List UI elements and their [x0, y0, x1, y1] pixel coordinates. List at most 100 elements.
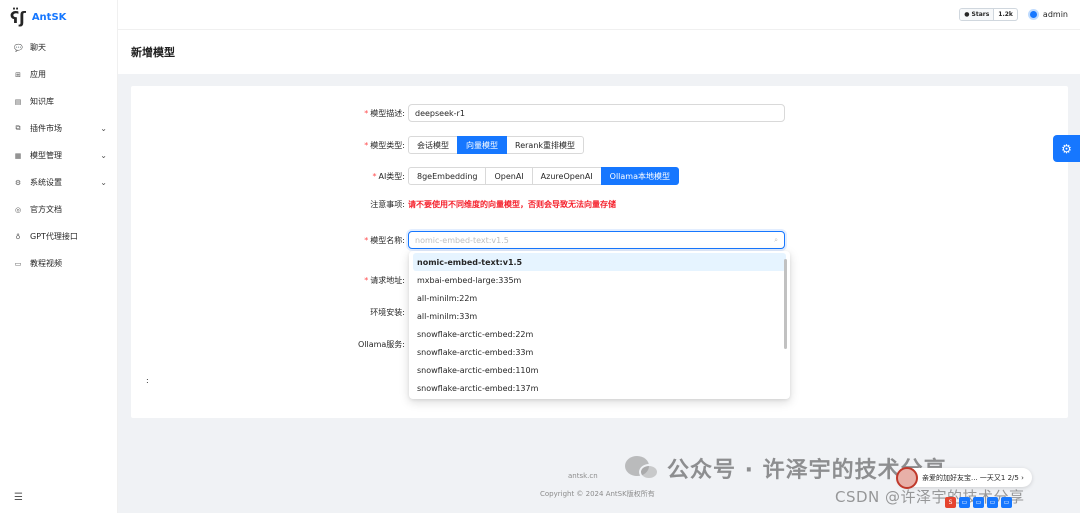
menu-collapse-icon[interactable]: ☰ — [14, 492, 23, 503]
page-title: 新增模型 — [131, 46, 175, 59]
github-stars-badge[interactable]: ● Stars 1.2k — [959, 8, 1018, 21]
footer-link[interactable]: antsk.cn — [568, 472, 598, 480]
taskbar: S ▭ ▭ ▭ ▭ — [945, 497, 1012, 508]
page-header: 新增模型 — [118, 30, 1080, 74]
chevron-down-icon: ⌄ — [100, 124, 107, 133]
sidebar-item-label: 插件市场 — [30, 124, 62, 133]
github-icon: ● — [964, 11, 970, 18]
top-header: ● Stars 1.2k admin — [118, 0, 1080, 30]
ai-type-radio-group: 8geEmbedding OpenAI AzureOpenAI Ollama本地模型 — [408, 167, 679, 185]
request-url-label: * 请求地址: — [364, 276, 405, 285]
notification-pill[interactable]: 亲爱的加好友宝... 一天又1 2/5 › — [896, 466, 1032, 489]
logo[interactable]: ʕ̈ʃ AntSK — [0, 0, 117, 34]
form-row-description: * 模型描述: deepseek-r1 — [131, 104, 785, 122]
taskbar-icon[interactable]: ▭ — [959, 497, 970, 508]
sidebar-menu: 💬 聊天 ⊞ 应用 ▤ 知识库 ⧉ 插件市场 ⌄ ▦ 模型管理 ⌄ ⚙ 系统设置 ⌄ ◎ 官方文档 ♁ GPT代理接… — [0, 34, 117, 277]
sidebar-item-label: GPT代理接口 — [30, 232, 78, 241]
book-icon: ▤ — [14, 97, 22, 106]
app-icon: ⊞ — [15, 70, 21, 79]
taskbar-icon[interactable]: ▭ — [973, 497, 984, 508]
dropdown-option[interactable]: snowflake-arctic-embed:110m — [409, 361, 790, 379]
dropdown-option[interactable]: all-minilm:22m — [409, 289, 790, 307]
form-row-model-name: * 模型名称: nomic-embed-text:v1.5 ⌕ — [131, 231, 785, 249]
sidebar-item-label: 应用 — [30, 70, 46, 79]
wechat-icon — [625, 454, 659, 482]
doc-icon: ◎ — [14, 205, 22, 214]
ai-type-option[interactable]: OpenAI — [485, 167, 533, 185]
form-row-env-install: 环境安装: — [131, 307, 408, 318]
sidebar-item[interactable]: ◎ 官方文档 — [0, 196, 117, 223]
form-row-ollama-service: Ollama服务: — [131, 339, 408, 350]
footer-copyright: Copyright © 2024 AntSK版权所有 — [540, 490, 655, 498]
form-row-request-url: * 请求地址: — [131, 275, 408, 286]
sidebar-item-label: 模型管理 — [30, 151, 62, 160]
s-icon[interactable]: S — [945, 497, 956, 508]
dropdown-option[interactable]: snowflake-arctic-embed:22m — [409, 325, 790, 343]
dropdown-scrollbar[interactable] — [784, 259, 787, 349]
chevron-down-icon: ⌄ — [100, 178, 107, 187]
sidebar-item-label: 教程视频 — [30, 259, 62, 268]
sidebar-item[interactable]: ▭ 教程视频 — [0, 250, 117, 277]
model-type-option[interactable]: 会话模型 — [408, 136, 458, 154]
sidebar-item[interactable]: ⧉ 插件市场 ⌄ — [0, 115, 117, 142]
notice-label: 注意事项: — [370, 200, 405, 209]
form-row-notice: 注意事项: 请不要使用不同维度的向量模型，否则会导致无法向量存储 — [131, 199, 616, 210]
app-name: AntSK — [31, 11, 67, 23]
stray-label: : — [146, 376, 149, 385]
model-type-option[interactable]: Rerank重排模型 — [506, 136, 585, 154]
model-type-label: * 模型类型: — [364, 140, 405, 150]
ai-type-option[interactable]: 8geEmbedding — [408, 167, 487, 185]
model-name-placeholder: nomic-embed-text:v1.5 — [415, 235, 509, 245]
avatar — [1027, 9, 1039, 20]
env-install-label: 环境安装: — [370, 308, 405, 317]
settings-button[interactable]: ⚙ — [1053, 135, 1080, 162]
dropdown-options: nomic-embed-text:v1.5 mxbai-embed-large:3… — [409, 253, 790, 397]
ollama-service-label: Ollama服务: — [357, 340, 405, 349]
sidebar-item[interactable]: ▤ 知识库 — [0, 88, 117, 115]
chevron-down-icon: ⌄ — [100, 151, 107, 160]
description-label: * 模型描述: — [364, 108, 405, 118]
taskbar-icon[interactable]: ▭ — [987, 497, 998, 508]
taskbar-icon[interactable]: ▭ — [1001, 497, 1012, 508]
github-stars-count: 1.2k — [998, 11, 1013, 18]
model-type-option[interactable]: 向量模型 — [457, 136, 507, 154]
sidebar-item-label: 聊天 — [30, 43, 46, 52]
video-icon: ▭ — [14, 259, 22, 268]
dropdown-option[interactable]: all-minilm:33m — [409, 307, 790, 325]
sidebar-item[interactable]: ▦ 模型管理 ⌄ — [0, 142, 117, 169]
ai-type-option[interactable]: AzureOpenAI — [531, 167, 602, 185]
notice-text: 请不要使用不同维度的向量模型，否则会导致无法向量存储 — [408, 200, 616, 209]
dropdown-option[interactable]: nomic-embed-text:v1.5 — [413, 253, 786, 271]
form-row-model-type: * 模型类型: 会话模型 向量模型 Rerank重排模型 — [131, 136, 585, 154]
sidebar-item[interactable]: 💬 聊天 — [0, 34, 117, 61]
chat-icon: 💬 — [14, 43, 23, 52]
sidebar-item[interactable]: ⚙ 系统设置 ⌄ — [0, 169, 117, 196]
dropdown-option[interactable]: snowflake-arctic-embed:137m — [409, 379, 790, 397]
sidebar-item[interactable]: ♁ GPT代理接口 — [0, 223, 117, 250]
logo-icon: ʕ̈ʃ — [10, 7, 26, 27]
form-row-ai-type: * AI类型: 8geEmbedding OpenAI AzureOpenAI Olla… — [131, 167, 679, 185]
github-stars-label: Stars — [971, 11, 990, 18]
username: admin — [1042, 10, 1068, 19]
dropdown-option[interactable]: snowflake-arctic-embed:33m — [409, 343, 790, 361]
model-name-input[interactable]: nomic-embed-text:v1.5 ⌕ — [408, 231, 785, 249]
grid-icon: ▦ — [14, 151, 22, 160]
ai-type-label: * AI类型: — [372, 171, 405, 181]
search-icon: ⌕ — [774, 235, 778, 244]
gear-icon: ⚙ — [14, 178, 22, 187]
ai-type-option[interactable]: Ollama本地模型 — [600, 167, 679, 185]
user-menu[interactable]: admin — [1027, 9, 1068, 20]
sidebar: ʕ̈ʃ AntSK 💬 聊天 ⊞ 应用 ▤ 知识库 ⧉ 插件市场 ⌄ ▦ 模型管理 ⌄ ⚙ 系统设置 ⌄ ◎ 官… — [0, 0, 118, 513]
model-type-radio-group: 会话模型 向量模型 Rerank重排模型 — [408, 136, 585, 154]
dropdown-option[interactable]: mxbai-embed-large:335m — [409, 271, 790, 289]
model-name-dropdown: nomic-embed-text:v1.5 mxbai-embed-large:3… — [409, 251, 790, 399]
bulb-icon: ♁ — [15, 232, 21, 241]
gear-icon: ⚙ — [1061, 141, 1072, 156]
notification-text: 亲爱的加好友宝... 一天又1 2/5 › — [922, 473, 1024, 482]
sidebar-item[interactable]: ⊞ 应用 — [0, 61, 117, 88]
sidebar-item-label: 官方文档 — [30, 205, 62, 214]
description-input[interactable]: deepseek-r1 — [408, 104, 785, 122]
plugin-icon: ⧉ — [15, 124, 21, 132]
sidebar-item-label: 知识库 — [30, 97, 54, 106]
model-name-label: * 模型名称: — [364, 235, 405, 245]
